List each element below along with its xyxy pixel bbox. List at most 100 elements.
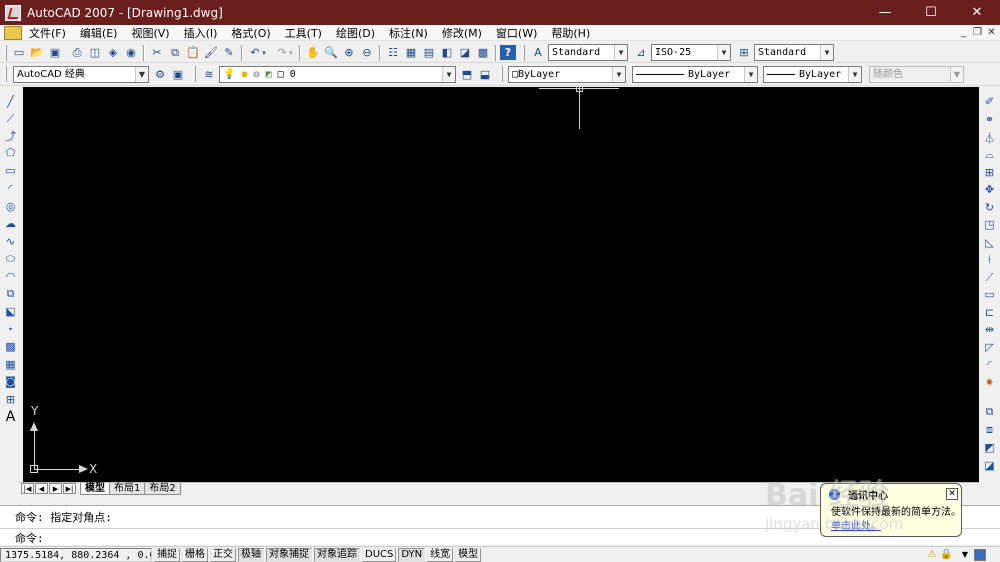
lock-toolbar-icon[interactable]: 🔒	[940, 549, 952, 561]
send-under-icon[interactable]: ◪	[982, 458, 997, 473]
move-icon[interactable]: ✥	[982, 182, 997, 197]
dim-style-icon[interactable]: ⊿	[633, 45, 649, 60]
toolbar-grip[interactable]	[4, 66, 7, 82]
tab-next-button[interactable]: ▶	[49, 483, 62, 494]
toolbar-grip[interactable]	[522, 45, 525, 61]
doc-restore-button[interactable]: ❐	[971, 26, 984, 39]
block-editor-icon[interactable]: ✎	[221, 45, 237, 60]
draw-order-front-icon[interactable]: ⧉	[982, 404, 997, 419]
menu-window[interactable]: 窗口(W)	[489, 25, 544, 41]
tab-layout2[interactable]: 布局2	[144, 483, 181, 495]
menu-help[interactable]: 帮助(H)	[544, 25, 597, 41]
bring-above-icon[interactable]: ◩	[982, 440, 997, 455]
status-menu-chevron-icon[interactable]: ▼	[959, 549, 971, 561]
mirror-icon[interactable]: ⏃	[982, 130, 997, 145]
color-select[interactable]: □ByLayer ▼	[508, 66, 626, 83]
break-icon[interactable]: ⊏	[982, 305, 997, 320]
publish-icon[interactable]: ◈	[105, 45, 121, 60]
polar-toggle[interactable]: 极轴	[238, 547, 264, 562]
table-style-select[interactable]: Standard ▼	[754, 44, 834, 61]
polyline-icon[interactable]: ⤴	[3, 128, 18, 143]
minimize-button[interactable]: —	[862, 0, 908, 25]
balloon-close-button[interactable]: ✕	[946, 488, 958, 500]
calculator-icon[interactable]: ▩	[475, 45, 491, 60]
cut-icon[interactable]: ✂	[149, 45, 165, 60]
make-block-icon[interactable]: ⬕	[3, 304, 18, 319]
model-space-toggle[interactable]: 模型	[455, 547, 482, 562]
polygon-icon[interactable]: ⬠	[3, 145, 18, 160]
toolbar-grip[interactable]	[500, 66, 503, 82]
redo-dropdown-icon[interactable]: ▾	[287, 45, 295, 60]
insert-block-icon[interactable]: ⧉	[3, 286, 18, 301]
draw-order-back-icon[interactable]: ⧈	[982, 422, 997, 437]
menu-edit[interactable]: 编辑(E)	[73, 25, 125, 41]
tab-prev-button[interactable]: ◀	[35, 483, 48, 494]
table-style-icon[interactable]: ⊞	[736, 45, 752, 60]
save-icon[interactable]: ▣	[47, 45, 63, 60]
plotstyle-select[interactable]: 随颜色 ▼	[869, 66, 964, 83]
ducs-toggle[interactable]: DUCS	[362, 547, 397, 562]
zoom-realtime-icon[interactable]: 🔍	[323, 45, 339, 60]
hatch-icon[interactable]: ▩	[3, 339, 18, 354]
balloon-link[interactable]: 单击此处。	[831, 517, 881, 532]
3d-dwf-icon[interactable]: ◉	[123, 45, 139, 60]
text-style-select[interactable]: Standard ▼	[548, 44, 628, 61]
rectangle-icon[interactable]: ▭	[3, 163, 18, 178]
stretch-icon[interactable]: ◺	[982, 235, 997, 250]
command-prompt[interactable]: 命令:	[15, 530, 44, 546]
revision-cloud-icon[interactable]: ☁	[3, 216, 18, 231]
paste-icon[interactable]: 📋	[185, 45, 201, 60]
otrack-toggle[interactable]: 对象追踪	[314, 547, 360, 562]
array-icon[interactable]: ⊞	[982, 165, 997, 180]
workspace-settings-icon[interactable]: ⚙	[152, 67, 168, 82]
design-center-icon[interactable]: ▦	[403, 45, 419, 60]
lineweight-select[interactable]: ByLayer ▼	[763, 66, 862, 83]
rotate-icon[interactable]: ↻	[982, 200, 997, 215]
point-icon[interactable]: •	[3, 322, 18, 337]
ellipse-arc-icon[interactable]: ◠	[3, 269, 18, 284]
gradient-icon[interactable]: ▦	[3, 357, 18, 372]
fillet-icon[interactable]: ◜	[982, 357, 997, 372]
explode-icon[interactable]: ✷	[982, 375, 997, 390]
dyn-toggle[interactable]: DYN	[398, 547, 426, 562]
construction-line-icon[interactable]: ⟋	[3, 111, 18, 126]
coordinate-display[interactable]: 1375.5184, 880.2364 , 0.0000	[0, 547, 152, 562]
match-properties-icon[interactable]: 🖌	[203, 45, 219, 60]
layer-manager-icon[interactable]: ≋	[201, 67, 217, 82]
menu-file[interactable]: 文件(F)	[22, 25, 73, 41]
doc-minimize-button[interactable]: _	[957, 26, 970, 39]
properties-icon[interactable]: ☷	[385, 45, 401, 60]
multiline-text-icon[interactable]: A	[3, 409, 18, 425]
undo-dropdown-icon[interactable]: ▾	[260, 45, 268, 60]
toolbar-grip[interactable]	[193, 66, 196, 82]
table-icon[interactable]: ⊞	[3, 392, 18, 407]
ortho-toggle[interactable]: 正交	[210, 547, 236, 562]
markup-icon[interactable]: ◪	[457, 45, 473, 60]
toolbar-grip[interactable]	[4, 45, 7, 61]
save-workspace-icon[interactable]: ▣	[170, 67, 186, 82]
copy-icon[interactable]: ⧉	[167, 45, 183, 60]
ellipse-icon[interactable]: ⬭	[3, 251, 18, 266]
arc-icon[interactable]: ◜	[3, 181, 18, 196]
doc-close-button[interactable]: ✕	[985, 26, 998, 39]
pan-icon[interactable]: ✋	[305, 45, 321, 60]
maximize-button[interactable]: ☐	[908, 0, 954, 25]
break-at-point-icon[interactable]: ▭	[982, 287, 997, 302]
communication-center-balloon[interactable]: i 通讯中心 ✕ 使软件保持最新的简单方法。 单击此处。	[820, 483, 962, 537]
copy-object-icon[interactable]: ⚭	[982, 112, 997, 127]
tab-model[interactable]: 模型	[80, 483, 110, 495]
menu-view[interactable]: 视图(V)	[124, 25, 176, 41]
new-icon[interactable]: ▭	[11, 45, 27, 60]
menu-modify[interactable]: 修改(M)	[435, 25, 489, 41]
warning-icon[interactable]: ⚠	[926, 549, 938, 561]
autocad-app-icon[interactable]	[5, 4, 21, 21]
dim-style-select[interactable]: ISO-25 ▼	[651, 44, 731, 61]
make-current-layer-icon[interactable]: ⬒	[459, 67, 475, 82]
sheet-set-icon[interactable]: ◧	[439, 45, 455, 60]
plot-preview-icon[interactable]: ◫	[87, 45, 103, 60]
snap-toggle[interactable]: 捕捉	[154, 547, 180, 562]
lineweight-toggle[interactable]: 线宽	[427, 547, 454, 562]
plot-icon[interactable]: ⎙	[69, 45, 85, 60]
open-icon[interactable]: 📂	[29, 45, 45, 60]
layer-previous-icon[interactable]: ⬓	[477, 67, 493, 82]
